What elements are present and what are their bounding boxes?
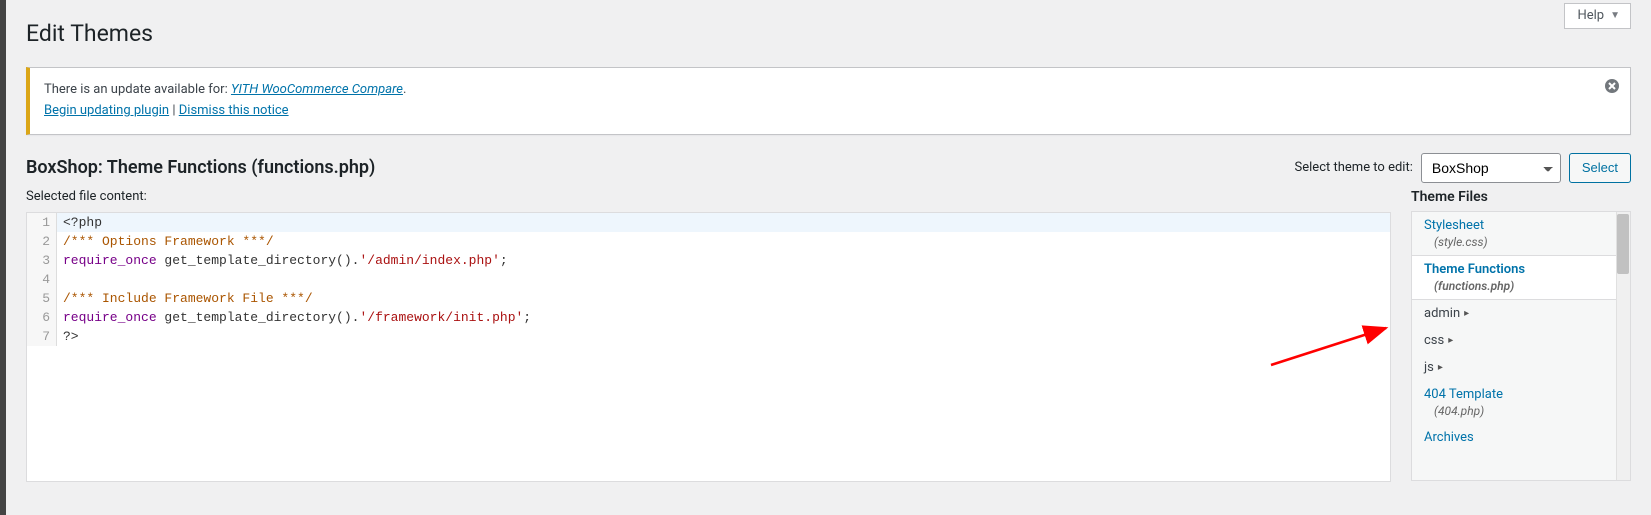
file-item-stylesheet[interactable]: Stylesheet (style.css) (1412, 212, 1616, 255)
page-title: Edit Themes (26, 0, 1631, 57)
help-tab[interactable]: Help ▼ (1564, 3, 1631, 29)
select-button[interactable]: Select (1569, 153, 1631, 183)
scrollbar-track[interactable] (1616, 212, 1630, 480)
line-number: 3 (27, 251, 57, 270)
begin-updating-link[interactable]: Begin updating plugin (44, 103, 169, 118)
theme-file-list: Stylesheet (style.css) Theme Functions (… (1411, 211, 1631, 481)
selected-file-label: Selected file content: (26, 189, 1391, 204)
line-number: 1 (27, 213, 57, 232)
chevron-right-icon: ▸ (1448, 335, 1453, 346)
file-item-404[interactable]: 404 Template (404.php) (1412, 381, 1616, 424)
file-item-functions[interactable]: Theme Functions (functions.php) (1412, 255, 1616, 300)
theme-files-heading: Theme Files (1411, 189, 1631, 205)
notice-text: There is an update available for: (44, 82, 231, 97)
code-editor[interactable]: 1 <?php 2 /*** Options Framework ***/ 3 … (26, 212, 1391, 482)
notice-suffix: . (403, 82, 406, 97)
theme-select[interactable]: BoxShop (1421, 153, 1561, 183)
line-number: 4 (27, 270, 57, 289)
chevron-down-icon: ▼ (1610, 10, 1620, 21)
notice-plugin-link[interactable]: YITH WooCommerce Compare (231, 82, 403, 97)
line-number: 7 (27, 327, 57, 346)
theme-select-label: Select theme to edit: (1295, 160, 1413, 175)
file-item-css-dir[interactable]: css ▸ (1412, 327, 1616, 354)
line-number: 2 (27, 232, 57, 251)
line-number: 5 (27, 289, 57, 308)
file-item-admin-dir[interactable]: admin ▸ (1412, 300, 1616, 327)
current-file-heading: BoxShop: Theme Functions (functions.php) (26, 157, 375, 178)
scrollbar-thumb[interactable] (1617, 214, 1629, 274)
file-item-js-dir[interactable]: js ▸ (1412, 354, 1616, 381)
file-item-archives[interactable]: Archives (1412, 424, 1616, 451)
chevron-right-icon: ▸ (1438, 362, 1443, 373)
update-notice: There is an update available for: YITH W… (26, 67, 1631, 135)
line-number: 6 (27, 308, 57, 327)
help-tab-label: Help (1577, 8, 1604, 23)
close-icon[interactable] (1602, 76, 1622, 96)
notice-separator: | (169, 103, 179, 118)
chevron-right-icon: ▸ (1464, 308, 1469, 319)
dismiss-notice-link[interactable]: Dismiss this notice (179, 103, 289, 118)
